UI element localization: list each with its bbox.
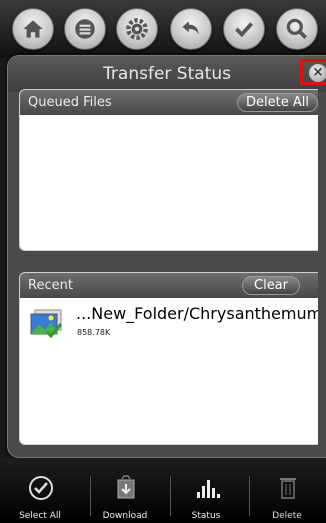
bottom-action-bar: Select All Download Status Delete [0,458,326,523]
clear-button[interactable]: Clear [242,276,300,295]
download-icon [117,475,135,499]
recent-label: Recent [28,278,73,293]
home-icon [23,20,43,38]
download-button[interactable]: Download [89,458,161,523]
back-arrow-icon [182,21,199,35]
delete-button[interactable]: Delete [251,458,323,523]
close-button[interactable]: × [300,59,326,85]
status-label: Status [191,511,221,521]
select-all-button[interactable]: Select All [4,458,76,523]
confirm-button[interactable] [223,8,265,50]
select-all-check-icon [29,476,53,500]
close-icon: × [309,64,326,82]
checkmark-icon [235,22,253,38]
queued-files-label: Queued Files [28,95,112,110]
menu-list-icon [75,19,95,39]
file-size: 858.78K [77,328,111,337]
top-toolbar [0,0,326,58]
home-button[interactable] [12,8,54,50]
download-label: Download [102,511,148,521]
status-button[interactable]: Status [170,458,242,523]
search-button[interactable] [276,8,318,50]
search-icon [286,18,308,40]
image-file-icon [30,309,63,338]
list-item[interactable]: ...New_Folder/Chrysanthemum.jpg 858.78K [20,302,318,346]
queued-files-section: Queued Files Delete All [19,89,318,251]
menu-button[interactable] [64,8,106,50]
select-all-label: Select All [19,511,61,521]
recent-section: Recent Clear ...New_Folder/Chrysanthemum… [19,272,318,445]
trash-icon [280,478,296,499]
delete-all-button[interactable]: Delete All [237,93,318,112]
back-button[interactable] [170,8,212,50]
dialog-title: Transfer Status [8,56,326,92]
divider [249,476,250,516]
settings-gear-icon [126,18,148,40]
file-name: ...New_Folder/Chrysanthemum.jpg [76,304,318,323]
settings-button[interactable] [116,8,158,50]
delete-label: Delete [272,511,302,521]
status-bars-icon [197,480,220,498]
